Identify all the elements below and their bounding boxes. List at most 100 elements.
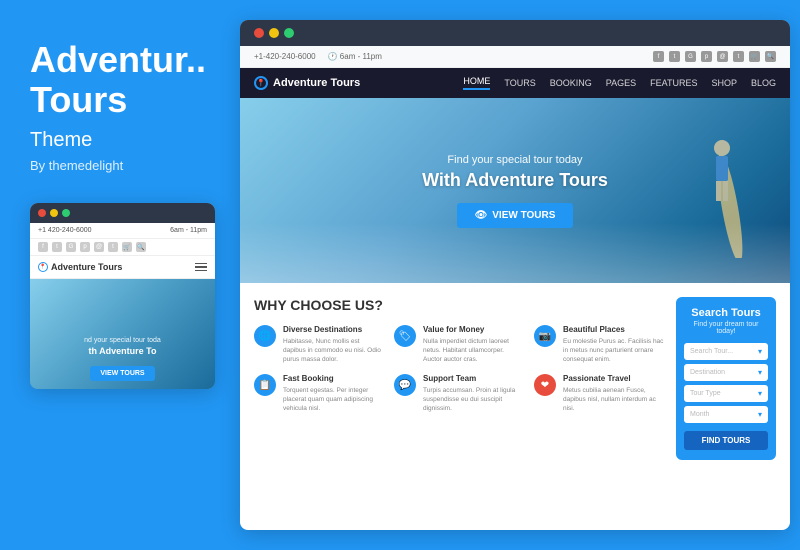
desktop-googleplus-icon: G — [685, 51, 696, 62]
feature-desc-3: Torquent egestas. Per integer placerat q… — [283, 386, 384, 413]
desktop-dot-green — [284, 28, 294, 38]
desktop-hero-title: With Adventure Tours — [422, 170, 608, 191]
mobile-hamburger-button[interactable] — [195, 263, 207, 272]
nav-link-features[interactable]: FEATURES — [650, 78, 697, 88]
feature-icon-globe: 🌐 — [254, 325, 276, 347]
mobile-hero-subtitle: nd your special tour toda — [38, 337, 207, 344]
nav-link-shop[interactable]: SHOP — [711, 78, 737, 88]
desktop-pinterest-icon: p — [701, 51, 712, 62]
app-subtitle: Theme — [30, 129, 200, 152]
desktop-content-area: WHY CHOOSE US? 🌐 Diverse Destinations Ha… — [240, 283, 790, 474]
nav-link-booking[interactable]: BOOKING — [550, 78, 592, 88]
month-input[interactable]: Month ▾ — [684, 406, 768, 423]
app-author: By themedelight — [30, 158, 200, 173]
feature-beautiful-places: 📷 Beautiful Places Eu molestie Purus ac.… — [534, 325, 664, 364]
why-choose-title: WHY CHOOSE US? — [254, 297, 664, 313]
feature-desc-0: Habitasse, Nunc mollis est dapibus in co… — [283, 337, 384, 364]
search-tours-sidebar: Search Tours Find your dream tour today!… — [676, 297, 776, 460]
destination-input[interactable]: Destination ▾ — [684, 364, 768, 381]
desktop-logo-icon: 📍 — [254, 76, 268, 90]
nav-link-tours[interactable]: TOURS — [504, 78, 535, 88]
mobile-dot-yellow — [50, 209, 58, 217]
mobile-facebook-icon: f — [38, 242, 48, 252]
mobile-mockup: +1 420-240-6000 6am - 11pm f t G p @ t 🛒… — [30, 203, 215, 389]
mobile-dot-green — [62, 209, 70, 217]
feature-icon-chat: 💬 — [394, 374, 416, 396]
feature-fast-booking: 📋 Fast Booking Torquent egestas. Per int… — [254, 374, 384, 413]
mobile-twitter-icon: t — [52, 242, 62, 252]
tour-type-input[interactable]: Tour Type ▾ — [684, 385, 768, 402]
desktop-info-bar: +1-420-240-6000 🕐 6am - 11pm f t G p @ t… — [240, 46, 790, 68]
desktop-cart-icon: 🛒 — [749, 51, 760, 62]
feature-icon-camera: 📷 — [534, 325, 556, 347]
feature-icon-clipboard: 📋 — [254, 374, 276, 396]
mobile-tumblr-icon: t — [108, 242, 118, 252]
feature-desc-1: Nulla imperdiet dictum laoreet netus. Ha… — [423, 337, 524, 364]
app-title: Adventur.. Tours — [30, 40, 200, 119]
search-tours-subtitle: Find your dream tour today! — [684, 321, 768, 335]
desktop-phone: +1-420-240-6000 — [254, 52, 316, 61]
feature-desc-2: Eu molestie Purus ac. Facilisis hac in m… — [563, 337, 664, 364]
mobile-phone: +1 420-240-6000 — [38, 227, 92, 234]
mobile-cart-icon: 🛒 — [122, 242, 132, 252]
features-grid: 🌐 Diverse Destinations Habitasse, Nunc m… — [254, 325, 664, 414]
desktop-nav-bar: 📍 Adventure Tours HOME TOURS BOOKING PAG… — [240, 68, 790, 98]
desktop-hero-subtitle: Find your special tour today — [422, 154, 608, 166]
desktop-cta-button[interactable]: 👁 VIEW TOURS — [457, 203, 574, 228]
desktop-hero-wave — [240, 223, 790, 283]
left-panel: Adventur.. Tours Theme By themedelight +… — [0, 0, 230, 550]
feature-value-for-money: 🏷 Value for Money Nulla imperdiet dictum… — [394, 325, 524, 364]
search-tour-input[interactable]: Search Tour... ▾ — [684, 343, 768, 360]
mobile-search-icon: 🔍 — [136, 242, 146, 252]
nav-link-home[interactable]: HOME — [463, 76, 490, 90]
desktop-dot-red — [254, 28, 264, 38]
mobile-info-bar: +1 420-240-6000 6am - 11pm — [30, 223, 215, 239]
mobile-pinterest-icon: p — [80, 242, 90, 252]
mobile-hours: 6am - 11pm — [170, 227, 207, 234]
mobile-instagram-icon: @ — [94, 242, 104, 252]
desktop-twitter-icon: t — [669, 51, 680, 62]
nav-link-pages[interactable]: PAGES — [606, 78, 636, 88]
mobile-hero: nd your special tour toda th Adventure T… — [30, 279, 215, 389]
desktop-window-bar — [240, 20, 790, 46]
desktop-search-icon: 🔍 — [765, 51, 776, 62]
mobile-nav-bar: 📍 Adventure Tours — [30, 256, 215, 279]
desktop-hero: Find your special tour today With Advent… — [240, 98, 790, 283]
feature-desc-4: Turpis accumsan. Proin at ligula suspend… — [423, 386, 524, 413]
destination-dropdown-arrow: ▾ — [758, 368, 762, 377]
mobile-dot-red — [38, 209, 46, 217]
feature-diverse-destinations: 🌐 Diverse Destinations Habitasse, Nunc m… — [254, 325, 384, 364]
mobile-cta-button[interactable]: VIEW TOURS — [90, 366, 154, 381]
desktop-hours: 🕐 6am - 11pm — [328, 52, 382, 61]
mobile-window-bar — [30, 203, 215, 223]
feature-title-3: Fast Booking — [283, 374, 384, 383]
feature-title-4: Support Team — [423, 374, 524, 383]
find-tours-button[interactable]: FIND TOURS — [684, 431, 768, 450]
desktop-instagram-icon: @ — [717, 51, 728, 62]
feature-icon-tag: 🏷 — [394, 325, 416, 347]
desktop-main-content: WHY CHOOSE US? 🌐 Diverse Destinations Ha… — [254, 297, 664, 460]
feature-title-2: Beautiful Places — [563, 325, 664, 334]
mobile-googleplus-icon: G — [66, 242, 76, 252]
desktop-social-icons: f t G p @ t 🛒 🔍 — [653, 51, 776, 62]
feature-title-0: Diverse Destinations — [283, 325, 384, 334]
month-dropdown-arrow: ▾ — [758, 410, 762, 419]
desktop-hero-content: Find your special tour today With Advent… — [422, 154, 608, 228]
search-tour-dropdown-arrow: ▾ — [758, 347, 762, 356]
mobile-hero-overlay: nd your special tour toda th Adventure T… — [30, 329, 215, 389]
desktop-info-left: +1-420-240-6000 🕐 6am - 11pm — [254, 52, 382, 61]
mobile-hero-title: th Adventure To — [38, 346, 207, 356]
desktop-facebook-icon: f — [653, 51, 664, 62]
desktop-logo: 📍 Adventure Tours — [254, 76, 360, 90]
mobile-logo-icon: 📍 — [38, 262, 48, 272]
nav-link-blog[interactable]: BLOG — [751, 78, 776, 88]
feature-icon-heart: ❤ — [534, 374, 556, 396]
mobile-logo: 📍 Adventure Tours — [38, 262, 122, 272]
desktop-tumblr-icon: t — [733, 51, 744, 62]
desktop-eye-icon: 👁 — [475, 210, 488, 221]
desktop-nav-links: HOME TOURS BOOKING PAGES FEATURES SHOP B… — [463, 76, 776, 90]
feature-passionate-travel: ❤ Passionate Travel Metus cubilia aenean… — [534, 374, 664, 413]
tour-type-dropdown-arrow: ▾ — [758, 389, 762, 398]
feature-title-5: Passionate Travel — [563, 374, 664, 383]
feature-support-team: 💬 Support Team Turpis accumsan. Proin at… — [394, 374, 524, 413]
